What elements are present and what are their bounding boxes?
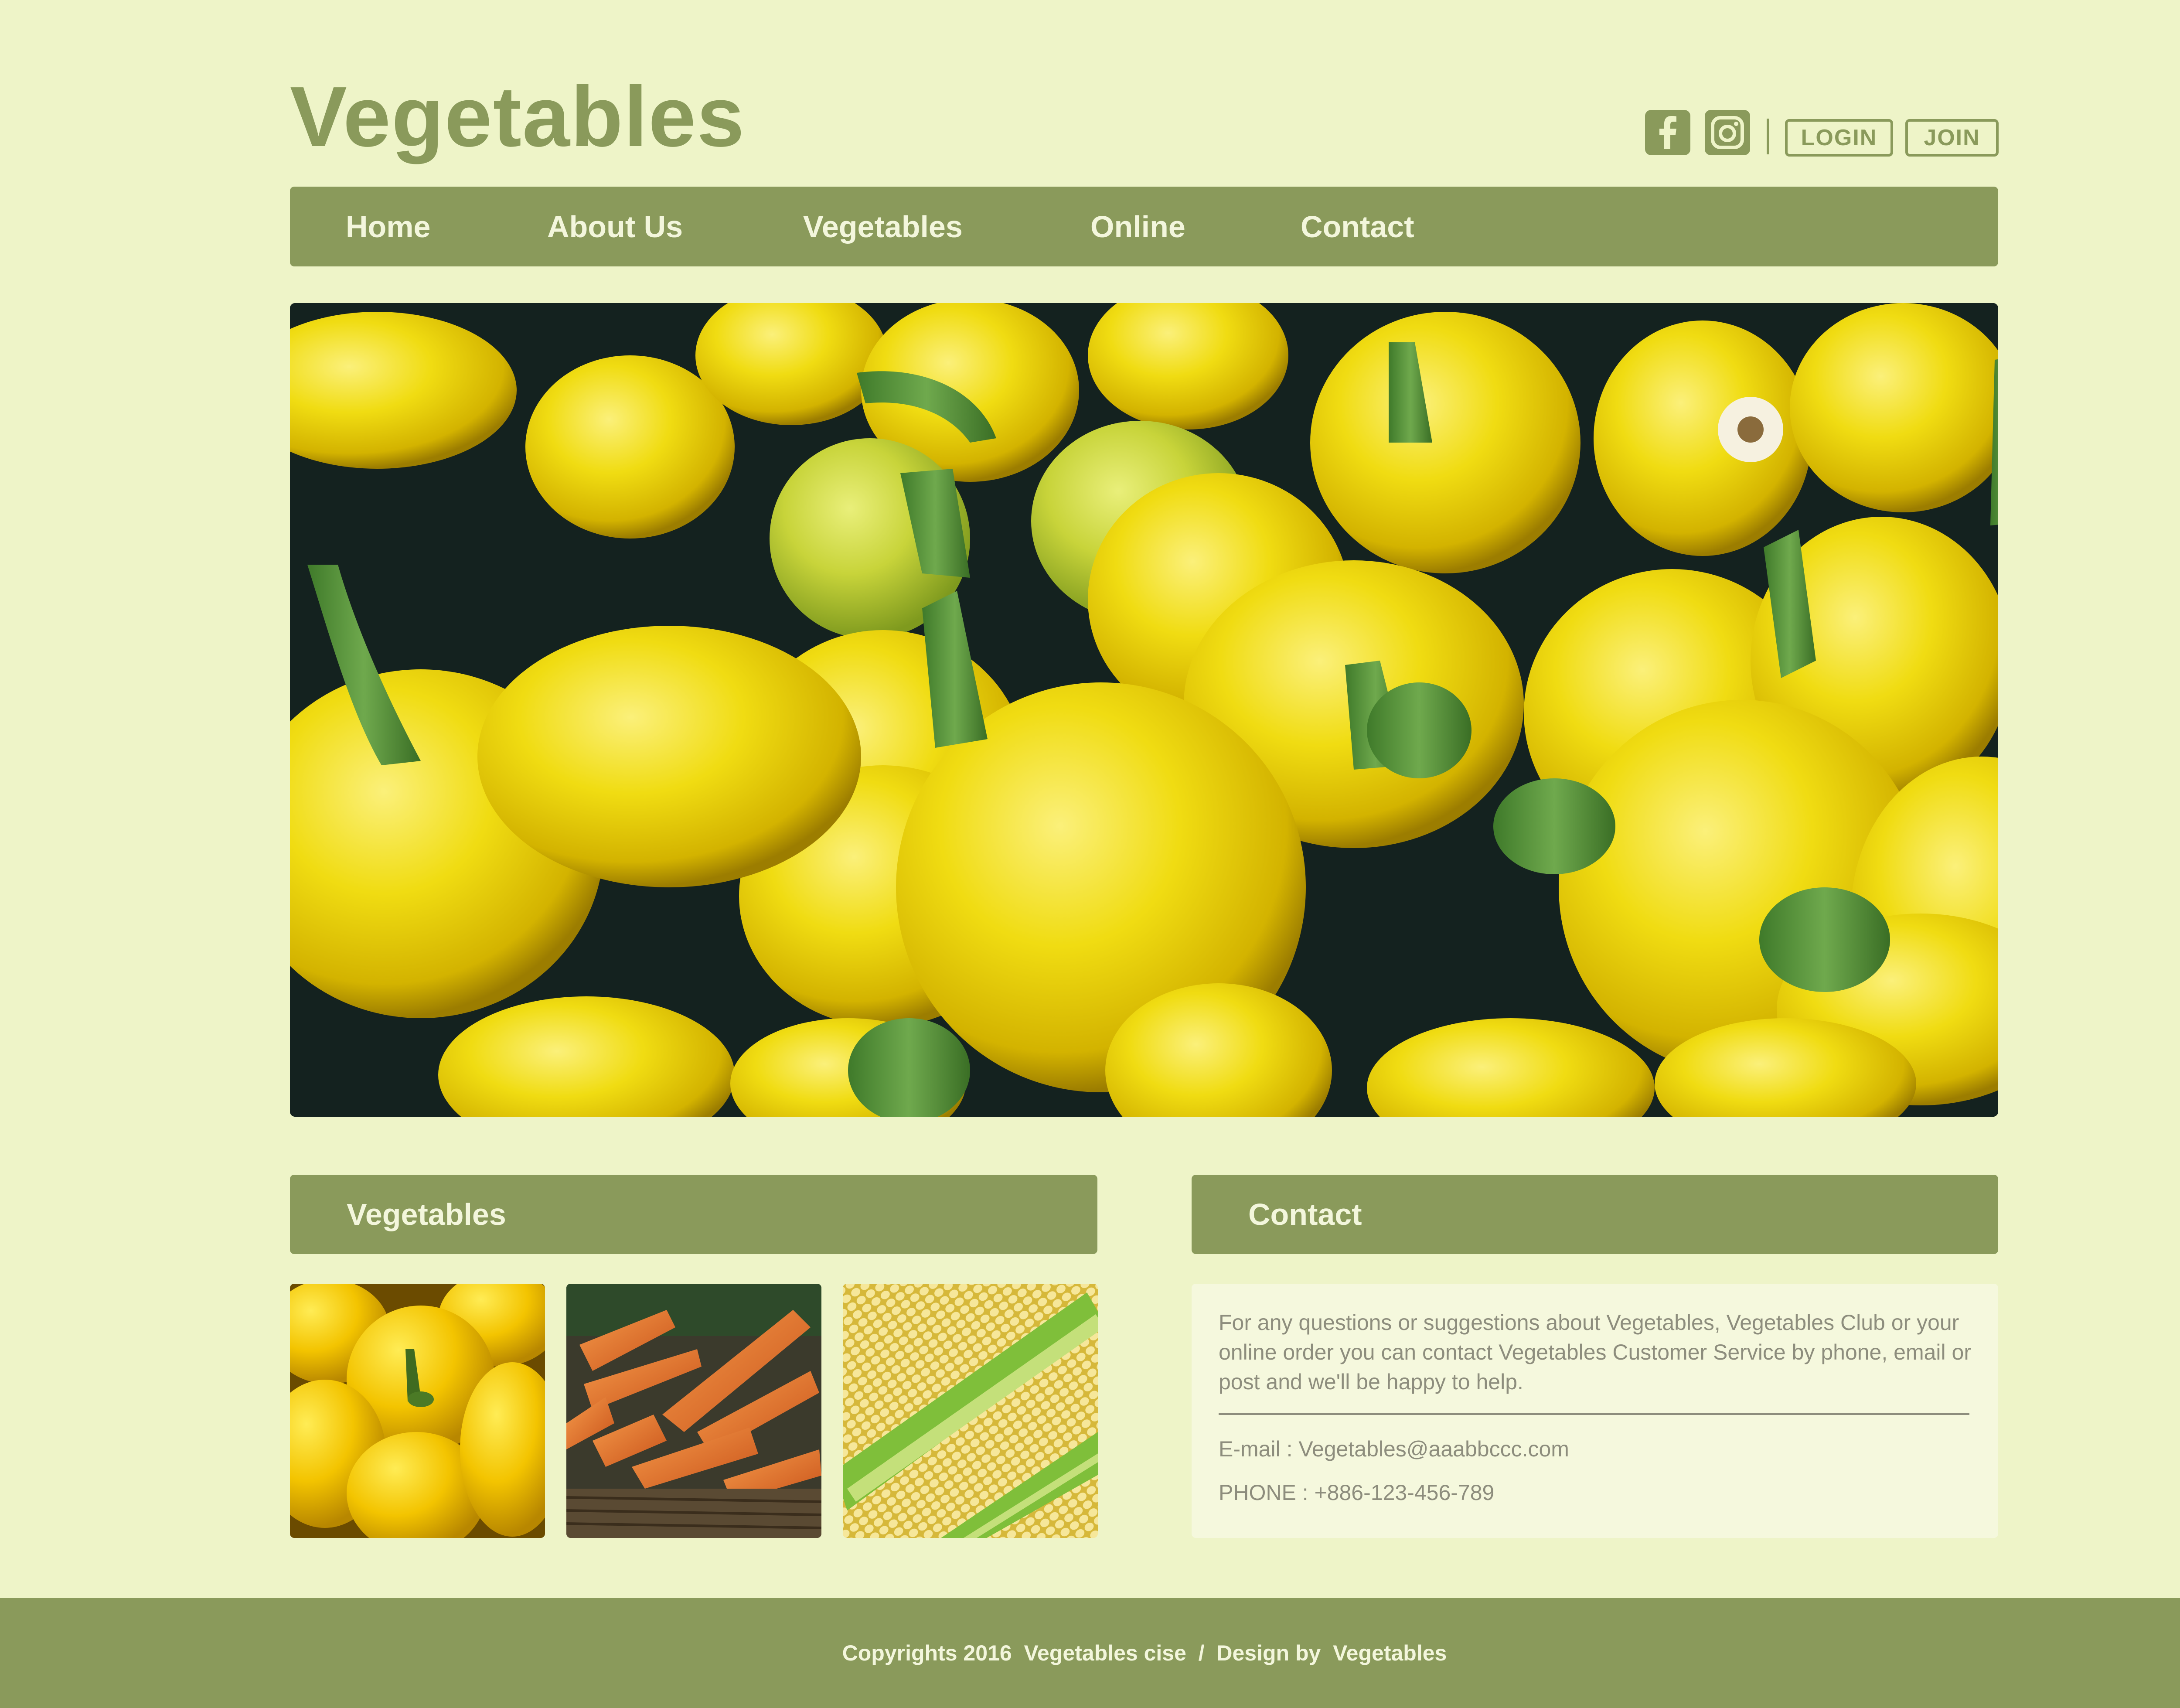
header-divider — [1767, 119, 1769, 154]
facebook-icon[interactable] — [1645, 110, 1690, 155]
contact-divider — [1219, 1413, 1969, 1415]
main-nav: Home About Us Vegetables Online Contact — [290, 187, 1998, 266]
login-button[interactable]: LOGIN — [1785, 119, 1893, 157]
contact-section-header: Contact — [1192, 1175, 1998, 1254]
contact-phone[interactable]: PHONE : +886-123-456-789 — [1219, 1480, 1494, 1505]
join-button[interactable]: JOIN — [1905, 119, 1999, 157]
hero-image — [290, 303, 1998, 1117]
nav-item-home[interactable]: Home — [346, 187, 430, 266]
contact-email[interactable]: E-mail : Vegetables@aaabbccc.com — [1219, 1436, 1569, 1462]
instagram-icon[interactable] — [1705, 110, 1750, 155]
nav-item-vegetables[interactable]: Vegetables — [803, 187, 963, 266]
contact-info-panel: For any questions or suggestions about V… — [1192, 1284, 1998, 1538]
site-logo[interactable]: Vegetables — [290, 74, 745, 160]
nav-item-about-us[interactable]: About Us — [547, 187, 683, 266]
thumbnail-corn[interactable] — [843, 1284, 1098, 1538]
nav-item-online[interactable]: Online — [1090, 187, 1185, 266]
contact-description: For any questions or suggestions about V… — [1219, 1310, 1971, 1394]
thumbnail-carrots[interactable] — [566, 1284, 821, 1538]
footer: Copyrights 2016 Vegetables cise / Design… — [0, 1598, 2180, 1708]
footer-text: Copyrights 2016 Vegetables cise / Design… — [842, 1641, 1447, 1665]
nav-item-contact[interactable]: Contact — [1301, 187, 1414, 266]
thumbnail-yellow-peppers[interactable] — [290, 1284, 545, 1538]
vegetables-section-header: Vegetables — [290, 1175, 1097, 1254]
